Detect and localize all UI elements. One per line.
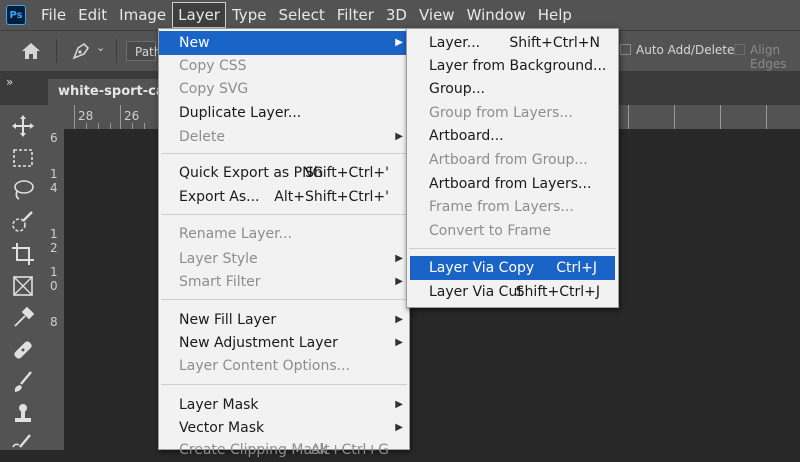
menu-item-vector-mask[interactable]: Vector Mask ▶	[159, 416, 409, 440]
menu-separator	[161, 299, 407, 300]
submenu-item-layer[interactable]: Layer... Shift+Ctrl+N	[407, 31, 618, 55]
menu-item-quick-export-png[interactable]: Quick Export as PNG Shift+Ctrl+'	[159, 161, 409, 185]
submenu-item-convert-to-frame[interactable]: Convert to Frame	[407, 219, 618, 243]
menu-item-layer-content-options[interactable]: Layer Content Options...	[159, 354, 409, 378]
submenu-item-frame-from-layers[interactable]: Frame from Layers...	[407, 195, 618, 219]
collapse-panels-icon[interactable]: »	[6, 75, 13, 89]
menu-item-copy-css[interactable]: Copy CSS	[159, 54, 409, 78]
menu-item-duplicate-layer[interactable]: Duplicate Layer...	[159, 101, 409, 125]
lasso-tool-icon[interactable]	[10, 177, 36, 203]
menu-window[interactable]: Window	[461, 2, 532, 28]
submenu-arrow-icon: ▶	[395, 314, 403, 325]
ruler-number: 0	[50, 279, 58, 293]
menu-item-smart-filter[interactable]: Smart Filter ▶	[159, 270, 409, 294]
crop-tool-icon[interactable]	[10, 241, 36, 267]
menu-item-new-adjustment-layer[interactable]: New Adjustment Layer ▶	[159, 331, 409, 355]
menu-item-new[interactable]: New ▶	[159, 31, 409, 55]
ruler-number: 26	[124, 109, 140, 123]
clone-stamp-tool-icon[interactable]	[10, 401, 36, 427]
submenu-arrow-icon: ▶	[395, 276, 403, 287]
submenu-item-artboard-from-group[interactable]: Artboard from Group...	[407, 148, 618, 172]
menu-item-create-clipping-mask[interactable]: Create Clipping Mask Alt+Ctrl+G	[159, 438, 409, 462]
submenu-arrow-icon: ▶	[395, 422, 403, 433]
healing-brush-tool-icon[interactable]	[10, 337, 36, 363]
ruler-number: 2	[50, 241, 58, 255]
menu-edit[interactable]: Edit	[72, 2, 113, 28]
submenu-arrow-icon: ▶	[395, 131, 403, 142]
menu-item-export-as[interactable]: Export As... Alt+Shift+Ctrl+'	[159, 185, 409, 209]
ruler-number: 1	[50, 265, 58, 279]
menu-item-copy-svg[interactable]: Copy SVG	[159, 77, 409, 101]
move-tool-icon[interactable]	[10, 113, 36, 139]
align-edges-checkbox[interactable]	[734, 44, 745, 55]
auto-add-delete-label: Auto Add/Delete	[636, 43, 735, 57]
menu-3d[interactable]: 3D	[380, 2, 413, 28]
ruler-number: 1	[50, 167, 58, 181]
menu-separator	[161, 153, 407, 154]
menu-file[interactable]: File	[35, 2, 72, 28]
submenu-item-group-from-layers[interactable]: Group from Layers...	[407, 101, 618, 125]
submenu-item-artboard-from-layers[interactable]: Artboard from Layers...	[407, 172, 618, 196]
history-brush-tool-icon[interactable]	[10, 431, 36, 457]
menu-separator	[161, 384, 407, 385]
menu-type[interactable]: Type	[226, 2, 272, 28]
menu-item-layer-style[interactable]: Layer Style ▶	[159, 247, 409, 271]
submenu-item-group[interactable]: Group...	[407, 77, 618, 101]
marquee-tool-icon[interactable]	[10, 145, 36, 171]
menu-item-delete[interactable]: Delete ▶	[159, 125, 409, 149]
menu-view[interactable]: View	[413, 2, 461, 28]
submenu-item-layer-via-cut[interactable]: Layer Via Cut Shift+Ctrl+J	[407, 280, 618, 304]
menu-help[interactable]: Help	[532, 2, 578, 28]
menu-separator	[161, 214, 407, 215]
eyedropper-tool-icon[interactable]	[10, 305, 36, 331]
brush-tool-icon[interactable]	[10, 369, 36, 395]
options-separator	[56, 39, 57, 63]
menu-image[interactable]: Image	[113, 2, 172, 28]
frame-tool-icon[interactable]	[10, 273, 36, 299]
menu-bar: Ps File Edit Image Layer Type Select Fil…	[0, 0, 800, 30]
photoshop-logo-icon: Ps	[6, 5, 26, 25]
auto-add-delete-checkbox[interactable]	[620, 44, 631, 55]
layer-menu-dropdown: New ▶ Copy CSS Copy SVG Duplicate Layer..…	[158, 28, 410, 458]
menu-separator	[409, 248, 616, 249]
menu-filter[interactable]: Filter	[331, 2, 380, 28]
quick-selection-tool-icon[interactable]	[10, 209, 36, 235]
submenu-item-layer-via-copy[interactable]: Layer Via Copy Ctrl+J	[410, 256, 615, 280]
menu-item-new-fill-layer[interactable]: New Fill Layer ▶	[159, 308, 409, 332]
menu-select[interactable]: Select	[272, 2, 330, 28]
menu-item-rename-layer[interactable]: Rename Layer...	[159, 222, 409, 246]
ruler-number: 6	[50, 131, 58, 145]
menu-layer[interactable]: Layer	[172, 2, 226, 28]
submenu-item-layer-from-background[interactable]: Layer from Background...	[407, 54, 618, 78]
options-separator	[116, 39, 117, 63]
submenu-arrow-icon: ▶	[395, 253, 403, 264]
align-edges-label: Align Edges	[750, 43, 787, 71]
vertical-ruler: 6 1 4 1 2 1 0 8	[46, 129, 64, 450]
home-icon[interactable]	[20, 41, 42, 61]
pen-tool-icon[interactable]	[70, 40, 92, 62]
new-submenu-dropdown: Layer... Shift+Ctrl+N Layer from Backgrou…	[406, 28, 619, 308]
submenu-arrow-icon: ▶	[395, 37, 403, 48]
submenu-item-artboard[interactable]: Artboard...	[407, 124, 618, 148]
tool-preset-chevron-down-icon[interactable]: ⌄	[96, 41, 105, 54]
ruler-number: 8	[50, 315, 58, 329]
menu-item-layer-mask[interactable]: Layer Mask ▶	[159, 393, 409, 417]
tools-panel	[0, 105, 46, 450]
submenu-arrow-icon: ▶	[395, 399, 403, 410]
submenu-arrow-icon: ▶	[395, 337, 403, 348]
ruler-number: 4	[50, 181, 58, 195]
path-mode-select[interactable]: Path	[126, 41, 161, 61]
ruler-number: 1	[50, 227, 58, 241]
ruler-number: 28	[78, 109, 94, 123]
